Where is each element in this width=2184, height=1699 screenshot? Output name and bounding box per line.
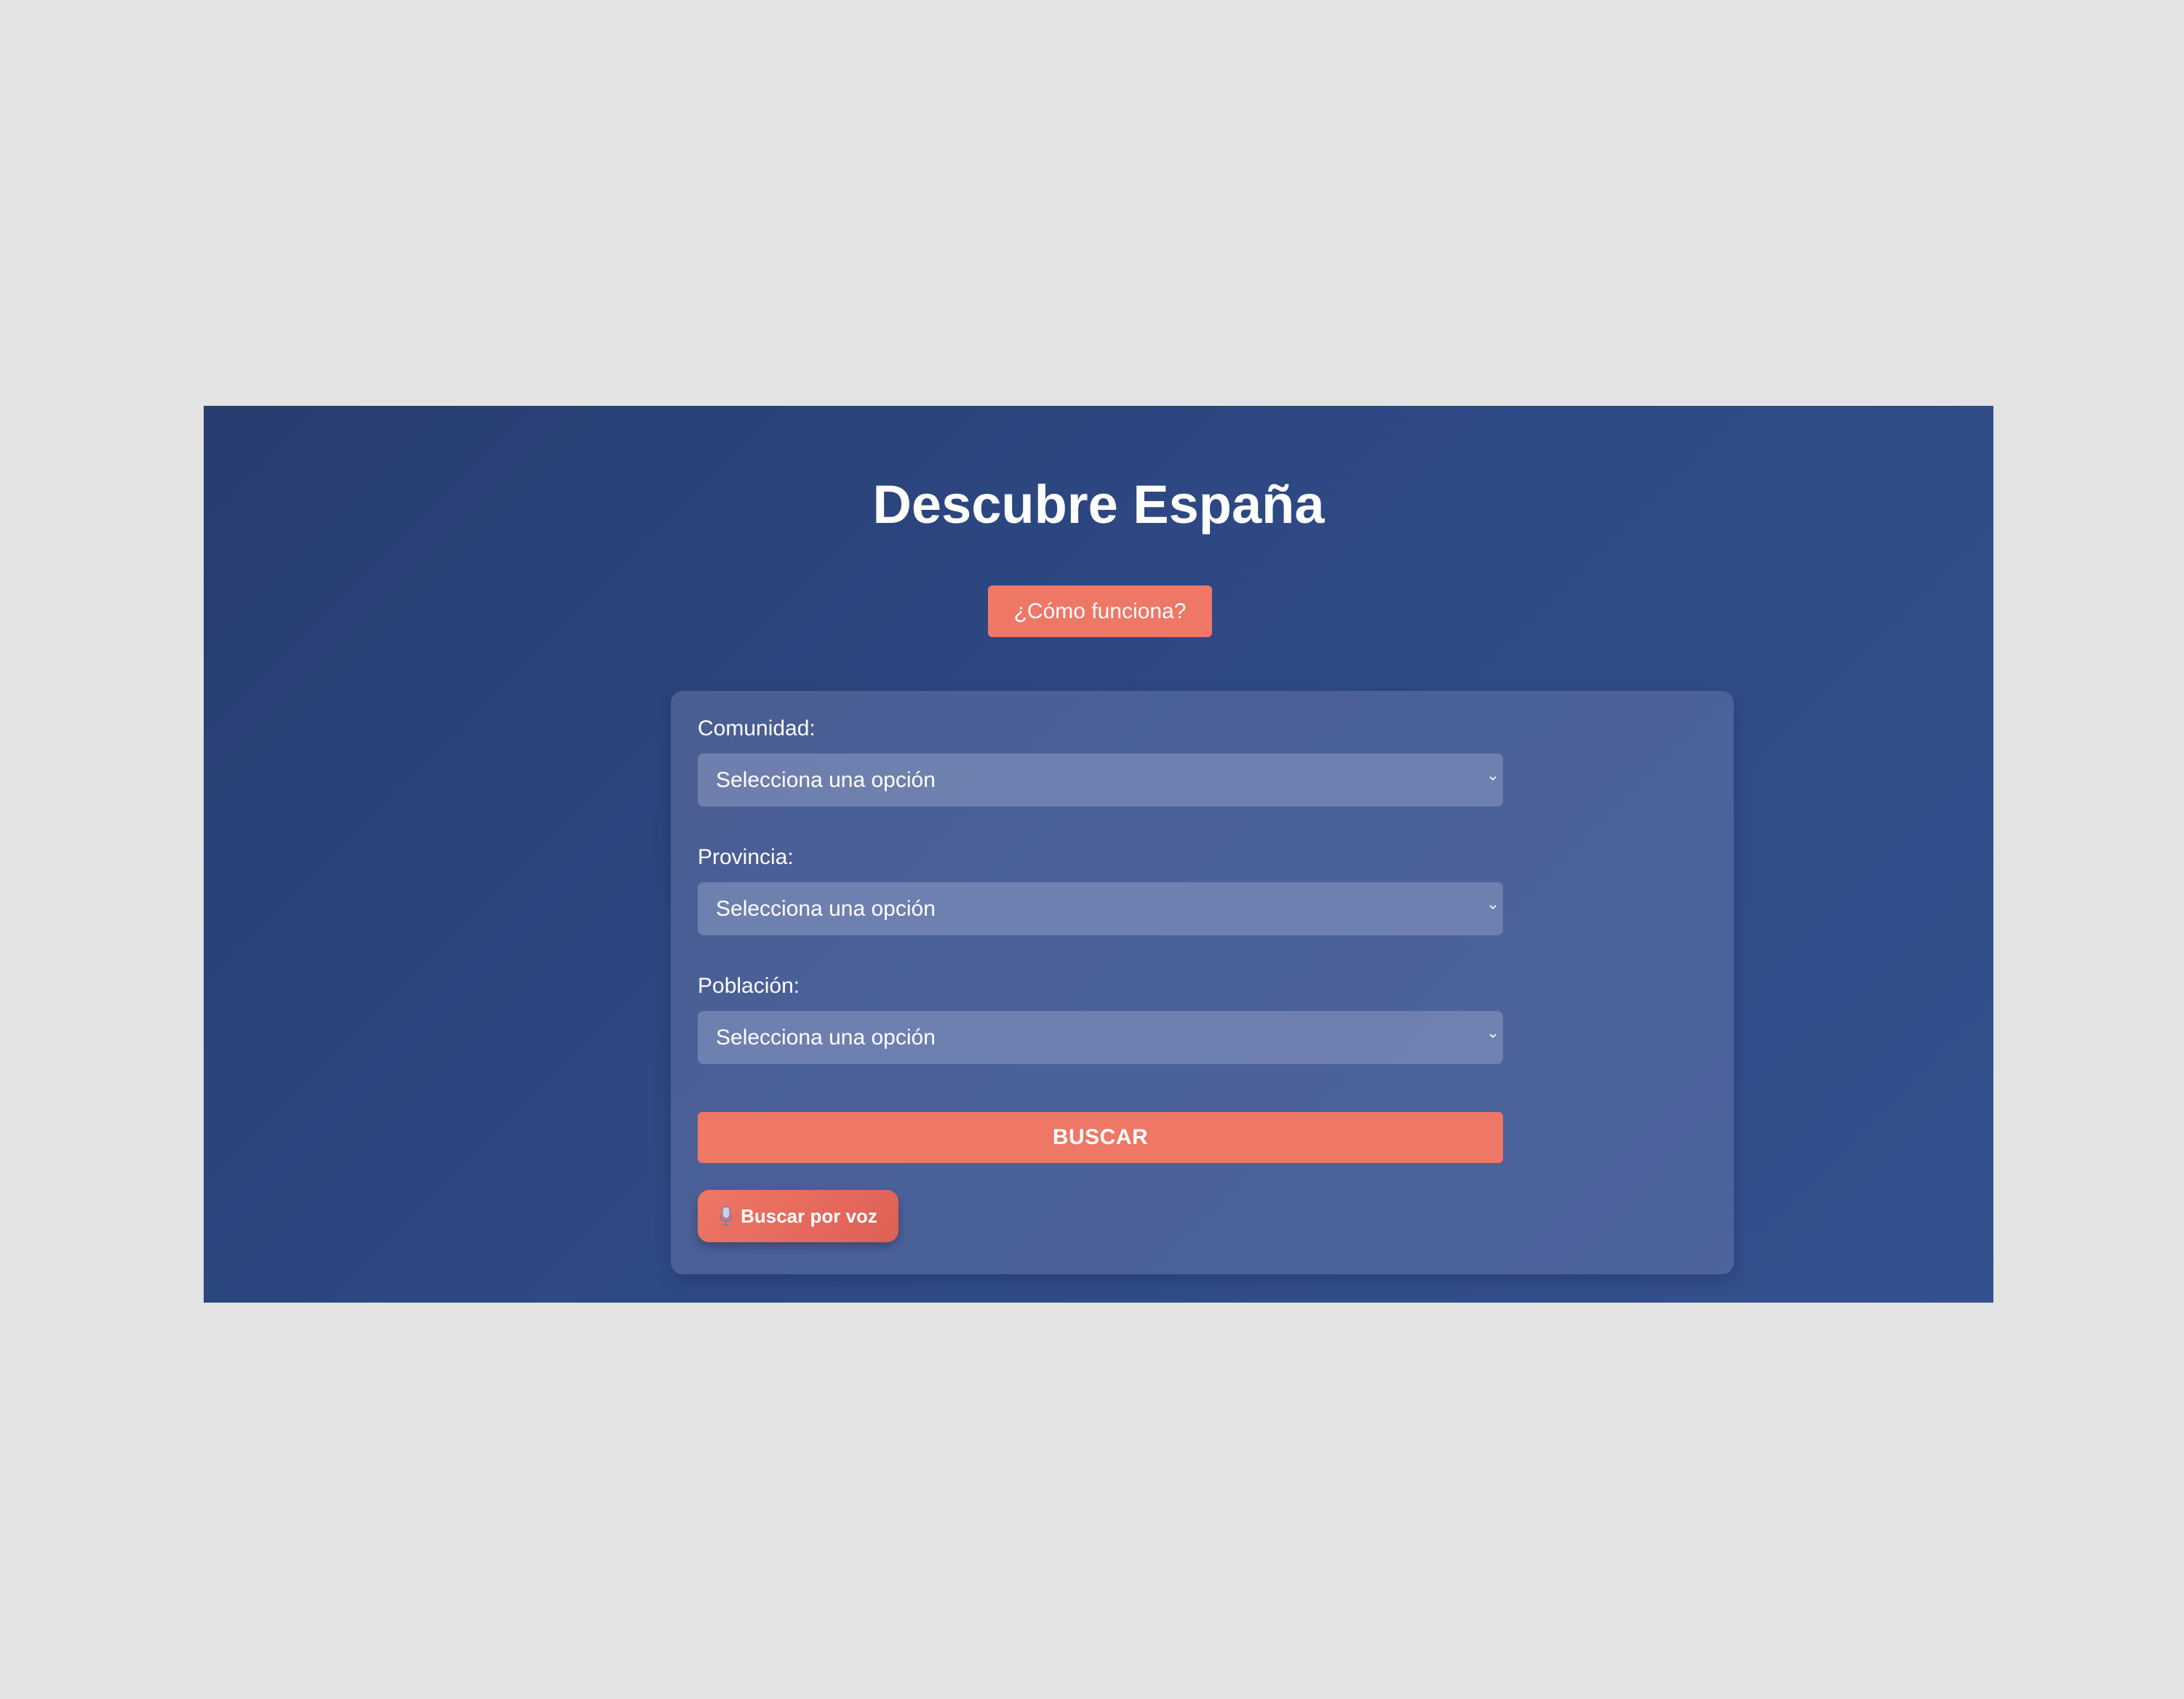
chevron-down-icon	[1489, 1034, 1496, 1039]
search-button[interactable]: BUSCAR	[698, 1112, 1503, 1163]
provincia-label: Provincia:	[698, 845, 794, 869]
poblacion-select[interactable]: Selecciona una opción	[698, 1011, 1503, 1064]
chevron-down-icon	[1489, 905, 1496, 910]
provincia-select-value: Selecciona una opción	[716, 897, 936, 921]
comunidad-label: Comunidad:	[698, 716, 816, 740]
chevron-down-icon	[1489, 776, 1496, 781]
how-it-works-button[interactable]: ¿Cómo funciona?	[988, 585, 1212, 637]
voice-search-button[interactable]: Buscar por voz	[698, 1190, 898, 1242]
voice-search-label: Buscar por voz	[741, 1204, 877, 1227]
poblacion-select-value: Selecciona una opción	[716, 1026, 936, 1050]
provincia-select[interactable]: Selecciona una opción	[698, 882, 1503, 935]
poblacion-label: Población:	[698, 974, 800, 998]
hero-section: Descubre España ¿Cómo funciona? Comunida…	[204, 406, 1993, 1303]
page-title: Descubre España	[872, 474, 1325, 535]
comunidad-select[interactable]: Selecciona una opción	[698, 753, 1503, 807]
search-form: Comunidad: Selecciona una opción Provinc…	[671, 691, 1734, 1274]
comunidad-select-value: Selecciona una opción	[716, 768, 936, 792]
microphone-icon	[720, 1206, 733, 1226]
